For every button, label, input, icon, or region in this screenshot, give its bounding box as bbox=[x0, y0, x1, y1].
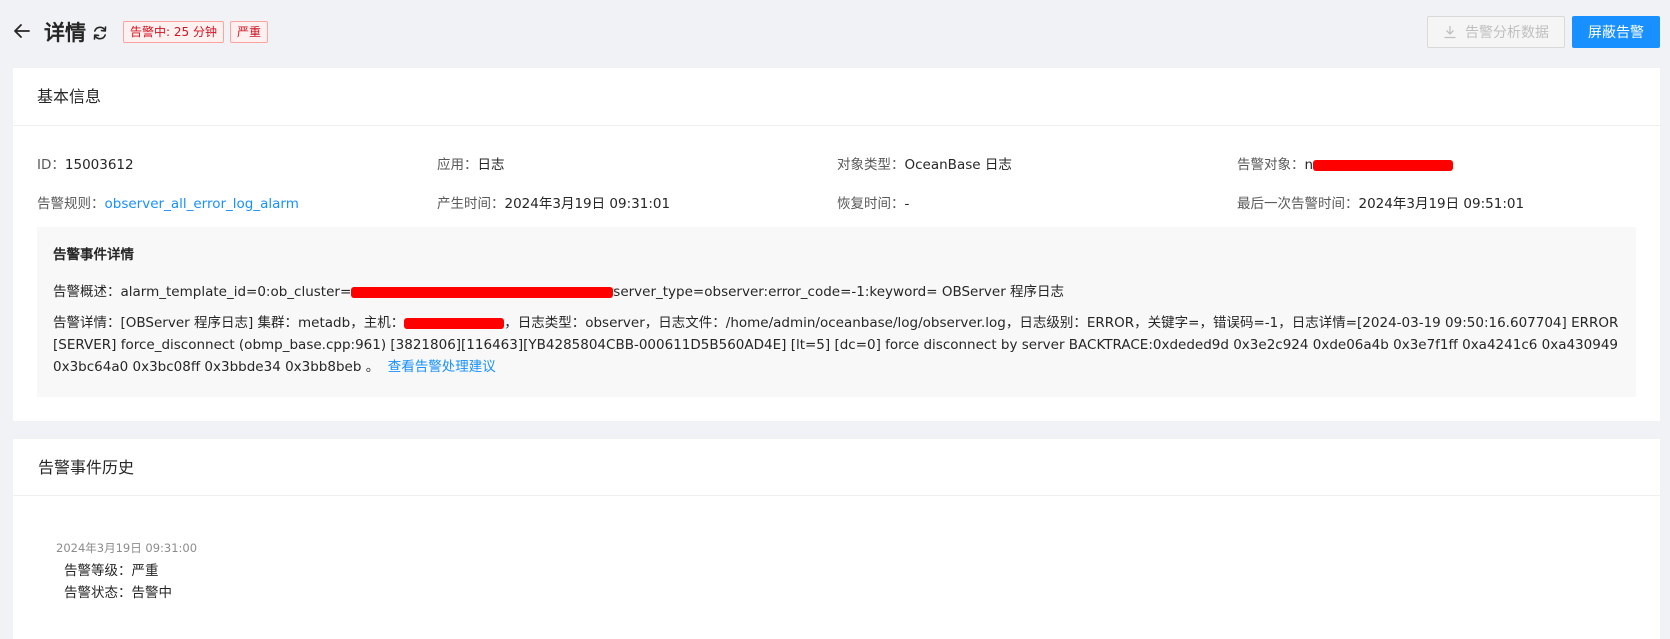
object-type-value: OceanBase 日志 bbox=[904, 157, 1012, 173]
event-detail-text: 告警详情：[OBServer 程序日志] 集群：metadb，主机： ，日志类型：… bbox=[53, 312, 1628, 378]
target-label: 告警对象： bbox=[1237, 157, 1305, 173]
id-value: 15003612 bbox=[64, 157, 134, 173]
object-type: 对象类型：OceanBase 日志 bbox=[837, 153, 1012, 173]
status-label: 告警状态： bbox=[64, 585, 132, 601]
event-summary: 告警概述：alarm_template_id=0:ob_cluster= serv… bbox=[53, 280, 1064, 300]
page-title: 详情 bbox=[44, 21, 86, 45]
history-time: 2024年3月19日 09:31:00 bbox=[56, 541, 198, 555]
application: 应用：日志 bbox=[437, 153, 505, 173]
alarm-duration-tag: 告警中: 25 分钟 bbox=[123, 21, 224, 43]
event-detail-panel: 告警事件详情 告警概述：alarm_template_id=0:ob_clust… bbox=[37, 227, 1636, 397]
level-label: 告警等级： bbox=[64, 563, 132, 579]
last-label: 最后一次告警时间： bbox=[1237, 196, 1359, 212]
alarm-rule: 告警规则：observer_all_error_log_alarm bbox=[37, 192, 299, 212]
event-detail-title: 告警事件详情 bbox=[53, 247, 134, 263]
last-value: 2024年3月19日 09:51:01 bbox=[1358, 196, 1525, 212]
mask-alarm-button[interactable]: 屏蔽告警 bbox=[1572, 16, 1660, 48]
detail-label: 告警详情： bbox=[53, 315, 121, 331]
status-value: 告警中 bbox=[131, 585, 173, 601]
alarm-id: ID：15003612 bbox=[37, 153, 134, 173]
refresh-icon[interactable] bbox=[91, 24, 109, 42]
history-status: 告警状态：告警中 bbox=[64, 581, 172, 601]
alarm-analysis-button[interactable]: 告警分析数据 bbox=[1427, 16, 1565, 48]
target-value: n bbox=[1304, 157, 1314, 173]
level-value: 严重 bbox=[131, 563, 159, 579]
summary-after: server_type=observer:error_code=-1:keywo… bbox=[613, 284, 1065, 300]
alarm-analysis-label: 告警分析数据 bbox=[1465, 25, 1549, 41]
redacted-block bbox=[1313, 159, 1454, 171]
last-alarm-time: 最后一次告警时间：2024年3月19日 09:51:01 bbox=[1237, 192, 1524, 212]
severity-tag: 严重 bbox=[230, 21, 269, 43]
object-type-label: 对象类型： bbox=[837, 157, 905, 173]
basic-info-card: 基本信息 ID：15003612 应用：日志 对象类型：OceanBase 日志… bbox=[13, 68, 1660, 421]
alarm-target: 告警对象：n bbox=[1237, 153, 1454, 173]
recovered-time: 恢复时间：- bbox=[837, 192, 909, 212]
rule-label: 告警规则： bbox=[37, 196, 105, 212]
back-arrow-icon[interactable] bbox=[12, 21, 32, 41]
app-label: 应用： bbox=[437, 157, 478, 173]
created-label: 产生时间： bbox=[437, 196, 505, 212]
page-header: 详情 告警中: 25 分钟 严重 告警分析数据 屏蔽告警 bbox=[0, 0, 1670, 66]
alarm-history-card: 告警事件历史 bbox=[13, 439, 1660, 639]
recovered-value: - bbox=[904, 196, 910, 212]
history-level: 告警等级：严重 bbox=[64, 559, 159, 579]
handling-advice-link[interactable]: 查看告警处理建议 bbox=[388, 359, 496, 375]
alarm-history-title: 告警事件历史 bbox=[13, 439, 1660, 496]
redacted-block bbox=[404, 317, 505, 329]
detail-before: [OBServer 程序日志] 集群：metadb，主机： bbox=[120, 315, 405, 331]
created-time: 产生时间：2024年3月19日 09:31:01 bbox=[437, 192, 670, 212]
summary-label: 告警概述： bbox=[53, 284, 121, 300]
created-value: 2024年3月19日 09:31:01 bbox=[504, 196, 671, 212]
redacted-block bbox=[351, 286, 614, 298]
download-icon bbox=[1444, 26, 1456, 39]
recovered-label: 恢复时间： bbox=[837, 196, 905, 212]
id-label: ID： bbox=[37, 157, 65, 173]
basic-info-title: 基本信息 bbox=[13, 68, 1660, 126]
summary-before: alarm_template_id=0:ob_cluster= bbox=[120, 284, 352, 300]
app-value: 日志 bbox=[477, 157, 505, 173]
rule-link[interactable]: observer_all_error_log_alarm bbox=[105, 196, 299, 212]
